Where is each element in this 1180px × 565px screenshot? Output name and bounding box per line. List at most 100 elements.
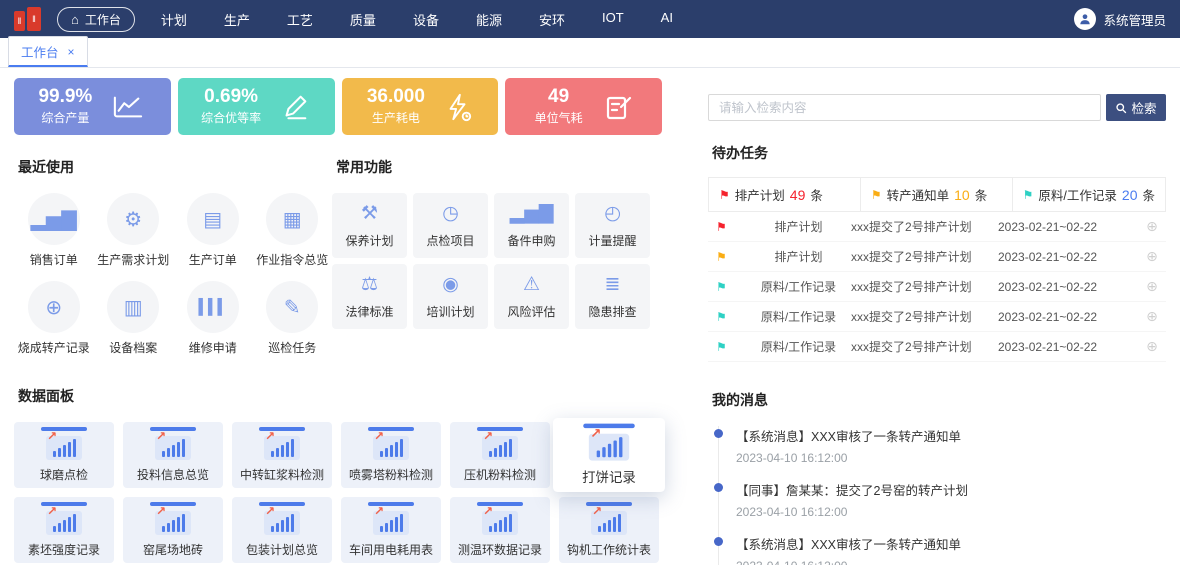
panel-chart-icon: ↗ — [150, 427, 196, 460]
common-tile-spot-check[interactable]: ◷ 点检项目 — [413, 193, 488, 258]
common-tile-legal-standards[interactable]: ⚖ 法律标准 — [332, 264, 407, 329]
message-item[interactable]: 【系统消息】XXX审核了一条转产通知单 2023-04-10 16:12:00 — [719, 534, 1166, 565]
panel-card-ball-mill-check[interactable]: ↗ 球磨点检 — [14, 422, 114, 488]
stat-value: 99.9% — [38, 87, 92, 108]
todo-row[interactable]: ⚑ 原料/工作记录 xxx提交了2号排产计划 2023-02-21~02-22 … — [708, 272, 1166, 302]
panel-card-spray-tower-test[interactable]: ↗ 喷雾塔粉料检测 — [341, 422, 441, 488]
recent-item-firing-records[interactable]: ⊕ 烧成转产记录 — [14, 281, 94, 356]
panel-card-feeding-info[interactable]: ↗ 投料信息总览 — [123, 422, 223, 488]
message-item[interactable]: 【同事】詹某某：提交了2号窑的转产计划 2023-04-10 16:12:00 — [719, 480, 1166, 534]
todo-count: 10 — [954, 187, 970, 203]
recent-item-production-order[interactable]: ▤ 生产订单 — [173, 193, 253, 268]
panel-card-excavator-stats[interactable]: ↗ 钩机工作统计表 — [559, 497, 659, 563]
section-title-common: 常用功能 — [336, 157, 662, 177]
gear-icon: ⚙ — [107, 193, 159, 245]
stat-card-premium-rate[interactable]: 0.69% 综合优等率 — [178, 78, 335, 135]
message-item[interactable]: 【系统消息】XXX审核了一条转产通知单 2023-04-10 16:12:00 — [719, 426, 1166, 480]
panel-card-workshop-power[interactable]: ↗ 车间用电耗用表 — [341, 497, 441, 563]
todo-tab-scheduling[interactable]: ⚑ 排产计划 49 条 — [709, 178, 861, 211]
stat-card-power-usage[interactable]: 36.000 生产耗电 — [342, 78, 499, 135]
panel-chart-icon: ↗ — [41, 502, 87, 535]
arrow-up-icon: ↗ — [590, 426, 601, 442]
menu-item-plan[interactable]: 计划 — [161, 10, 187, 29]
panel-chart-icon: ↗ — [368, 427, 414, 460]
user-avatar[interactable] — [1074, 8, 1096, 30]
menu-item-iot[interactable]: IOT — [602, 10, 624, 29]
todo-tab-changeover[interactable]: ⚑ 转产通知单 10 条 — [861, 178, 1013, 211]
dashed-globe-icon[interactable]: ⊕ — [1138, 248, 1166, 265]
panel-card-cake-record[interactable]: ↗ 打饼记录 — [553, 418, 665, 492]
recent-item-repair-request[interactable]: ▍▍▍ 维修申请 — [173, 281, 253, 356]
menu-item-equipment[interactable]: 设备 — [413, 10, 439, 29]
recent-item-sales-order[interactable]: ▂▅▇ 销售订单 — [14, 193, 94, 268]
menu-item-ai[interactable]: AI — [661, 10, 673, 29]
arrow-up-icon: ↗ — [156, 429, 166, 443]
panel-card-body-strength[interactable]: ↗ 素坯强度记录 — [14, 497, 114, 563]
recent-item-work-orders[interactable]: ▦ 作业指令总览 — [253, 193, 333, 268]
menu-item-energy[interactable]: 能源 — [476, 10, 502, 29]
arrow-up-icon: ↗ — [265, 504, 275, 518]
workbench-pill-button[interactable]: ⌂ 工作台 — [57, 7, 135, 32]
dashed-globe-icon[interactable]: ⊕ — [1138, 338, 1166, 355]
common-tile-risk-assessment[interactable]: ⚠ 风险评估 — [494, 264, 569, 329]
recent-used-section: 最近使用 ▂▅▇ 销售订单 ⚙ 生产需求计划 ▤ 生产订单 — [14, 135, 332, 356]
panel-chart-icon: ↗ — [150, 502, 196, 535]
todo-tab-material-records[interactable]: ⚑ 原料/工作记录 20 条 — [1013, 178, 1165, 211]
app-logo: ‖ ‖ — [14, 7, 41, 31]
presentation-board-icon: ▦ — [266, 193, 318, 245]
flag-icon: ⚑ — [716, 220, 746, 234]
message-timestamp: 2023-04-10 16:12:00 — [736, 451, 1166, 465]
tab-workbench[interactable]: 工作台 × — [8, 36, 88, 67]
recent-item-demand-plan[interactable]: ⚙ 生产需求计划 — [94, 193, 174, 268]
panel-chart-icon: ↗ — [477, 502, 523, 535]
arrow-up-icon: ↗ — [483, 504, 493, 518]
dashed-globe-icon[interactable]: ⊕ — [1138, 278, 1166, 295]
clock-board-icon: ◷ — [442, 203, 459, 225]
logo-mark-icon: ‖ — [14, 11, 25, 31]
common-tile-hazard-check[interactable]: ≣ 隐患排查 — [575, 264, 650, 329]
panel-card-kiln-tail-tiles[interactable]: ↗ 窑尾场地砖 — [123, 497, 223, 563]
panel-chart-icon: ↗ — [259, 427, 305, 460]
flag-icon: ⚑ — [716, 310, 746, 324]
dashed-globe-icon[interactable]: ⊕ — [1138, 218, 1166, 235]
stat-value: 49 — [535, 87, 583, 108]
panel-card-packing-plan[interactable]: ↗ 包装计划总览 — [232, 497, 332, 563]
flag-icon: ⚑ — [871, 188, 882, 202]
todo-row[interactable]: ⚑ 排产计划 xxx提交了2号排产计划 2023-02-21~02-22 ⊕ — [708, 242, 1166, 272]
database-icon: ≣ — [605, 274, 621, 296]
menu-item-process[interactable]: 工艺 — [287, 10, 313, 29]
panel-chart-icon: ↗ — [586, 502, 632, 535]
edit-pen-icon: ✎ — [266, 281, 318, 333]
flag-icon: ⚑ — [716, 340, 746, 354]
dashed-globe-icon[interactable]: ⊕ — [1138, 308, 1166, 325]
search-input[interactable] — [708, 94, 1101, 121]
flag-icon: ⚑ — [716, 250, 746, 264]
common-tile-metering-reminder[interactable]: ◴ 计量提醒 — [575, 193, 650, 258]
todo-row[interactable]: ⚑ 排产计划 xxx提交了2号排产计划 2023-02-21~02-22 ⊕ — [708, 212, 1166, 242]
recent-item-equipment-files[interactable]: ▥ 设备档案 — [94, 281, 174, 356]
stat-card-output[interactable]: 99.9% 综合产量 — [14, 78, 171, 135]
search-button[interactable]: 检索 — [1106, 94, 1166, 121]
common-tile-training-plan[interactable]: ◉ 培训计划 — [413, 264, 488, 329]
main-menu: 计划 生产 工艺 质量 设备 能源 安环 IOT AI — [161, 10, 673, 29]
panel-card-press-powder-test[interactable]: ↗ 压机粉料检测 — [450, 422, 550, 488]
menu-item-safety[interactable]: 安环 — [539, 10, 565, 29]
search-icon — [1115, 102, 1127, 114]
arrow-up-icon: ↗ — [47, 429, 57, 443]
message-timeline: 【系统消息】XXX审核了一条转产通知单 2023-04-10 16:12:00 … — [718, 426, 1166, 565]
todo-row[interactable]: ⚑ 原料/工作记录 xxx提交了2号排产计划 2023-02-21~02-22 … — [708, 332, 1166, 362]
arrow-up-icon: ↗ — [265, 429, 275, 443]
stat-card-gas-usage[interactable]: 49 单位气耗 — [505, 78, 662, 135]
panel-card-slurry-test[interactable]: ↗ 中转缸浆料检测 — [232, 422, 332, 488]
common-tile-maintenance-plan[interactable]: ⚒ 保养计划 — [332, 193, 407, 258]
panel-card-temp-ring-data[interactable]: ↗ 测温环数据记录 — [450, 497, 550, 563]
menu-item-quality[interactable]: 质量 — [350, 10, 376, 29]
menu-item-production[interactable]: 生产 — [224, 10, 250, 29]
stat-value: 36.000 — [367, 87, 425, 108]
close-icon[interactable]: × — [68, 45, 75, 59]
top-navbar: ‖ ‖ ⌂ 工作台 计划 生产 工艺 质量 设备 能源 安环 IOT AI 系统… — [0, 0, 1180, 38]
recent-item-inspection-task[interactable]: ✎ 巡检任务 — [253, 281, 333, 356]
user-area[interactable]: 系统管理员 — [1074, 8, 1166, 30]
todo-row[interactable]: ⚑ 原料/工作记录 xxx提交了2号排产计划 2023-02-21~02-22 … — [708, 302, 1166, 332]
common-tile-spare-parts[interactable]: ▂▅▇ 备件申购 — [494, 193, 569, 258]
